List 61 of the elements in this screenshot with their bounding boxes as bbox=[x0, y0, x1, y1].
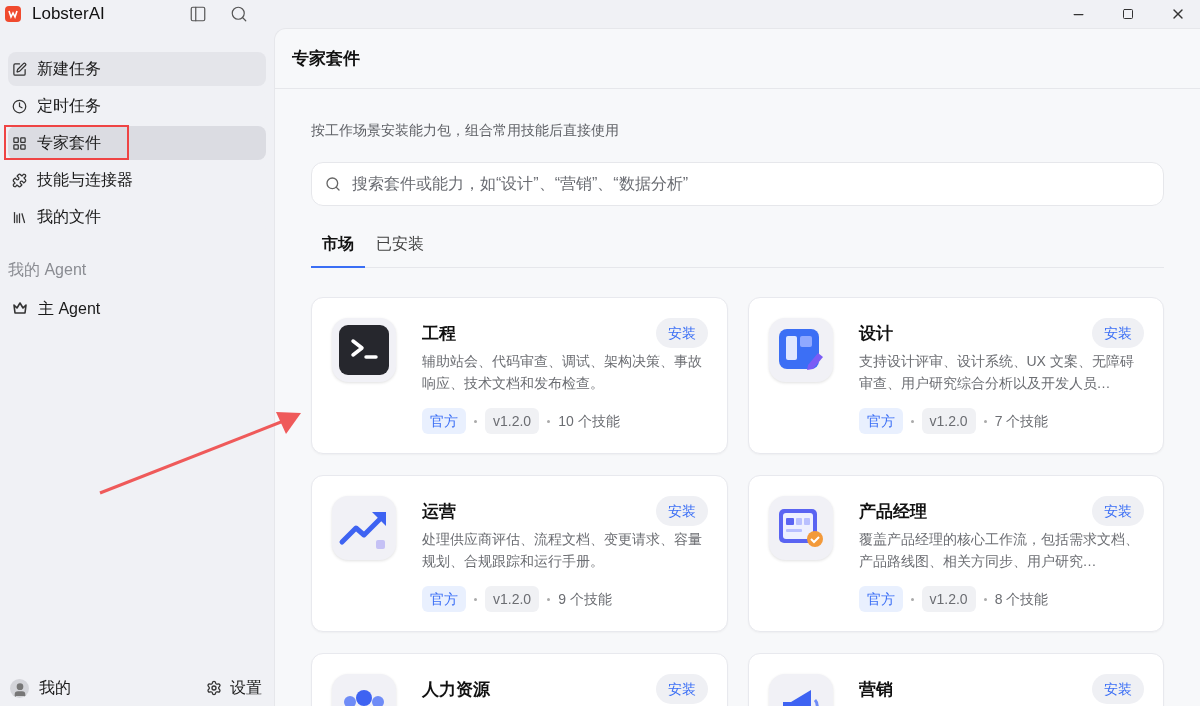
agent-item[interactable]: 主 Agent bbox=[8, 292, 266, 326]
search-icon[interactable] bbox=[230, 5, 248, 23]
suite-card[interactable]: 产品经理 安装 覆盖产品经理的核心工作流，包括需求文档、产品路线图、相关方同步、用户研究… 官方 v1.2.0 8 个技能 bbox=[747, 475, 1164, 632]
suite-description: 辅助站会、代码审查、调试、架构决策、事故响应、技术文档和发布检查。 bbox=[422, 352, 703, 393]
nav-icon bbox=[12, 209, 27, 225]
page-intro: 按工作场景安装能力包，组合常用技能后直接使用 bbox=[311, 121, 620, 140]
version-tag: v1.2.0 bbox=[921, 408, 976, 434]
install-button[interactable]: 安装 bbox=[655, 318, 708, 348]
sidebar-toggle-icon[interactable] bbox=[189, 5, 207, 23]
install-button[interactable]: 安装 bbox=[1092, 318, 1144, 348]
version-tag: v1.2.0 bbox=[485, 408, 540, 434]
app-title: LobsterAI bbox=[32, 3, 105, 26]
install-button[interactable]: 安装 bbox=[1092, 674, 1144, 704]
suite-card[interactable]: 运营 安装 处理供应商评估、流程文档、变更请求、容量规划、合规跟踪和运行手册。 官方 v1.2.0 9 个技能 bbox=[311, 475, 728, 632]
install-button[interactable]: 安装 bbox=[655, 674, 708, 704]
suite-card[interactable]: 设计 安装 支持设计评审、设计系统、UX 文案、无障碍审查、用户研究综合分析以及开发人员… 官方 v1.2.0 7 个技能 bbox=[747, 297, 1164, 454]
suite-title: 营销 bbox=[858, 679, 893, 701]
suite-title: 运营 bbox=[422, 501, 456, 523]
sidebar-item[interactable]: 专家套件 bbox=[8, 126, 266, 160]
suite-description: 覆盖产品经理的核心工作流，包括需求文档、产品路线图、相关方同步、用户研究… bbox=[858, 530, 1140, 571]
nav-icon bbox=[12, 172, 27, 188]
nav-icon bbox=[12, 135, 27, 151]
suite-title: 设计 bbox=[858, 323, 893, 345]
official-tag: 官方 bbox=[858, 586, 903, 612]
version-tag: v1.2.0 bbox=[485, 586, 540, 612]
avatar-icon bbox=[10, 678, 29, 698]
skill-count: 8 个技能 bbox=[994, 589, 1049, 609]
skill-count: 7 个技能 bbox=[994, 411, 1049, 431]
suite-title: 人力资源 bbox=[422, 679, 490, 701]
user-menu[interactable]: 我的 bbox=[10, 676, 71, 700]
suite-description: 处理供应商评估、流程文档、变更请求、容量规划、合规跟踪和运行手册。 bbox=[422, 530, 703, 571]
agent-icon bbox=[12, 302, 28, 316]
tab[interactable]: 市场 bbox=[311, 222, 365, 268]
nav-icon bbox=[12, 61, 27, 77]
section-title: 我的 Agent bbox=[8, 260, 88, 280]
app-logo-icon bbox=[5, 6, 21, 22]
suite-description: 支持设计评审、设计系统、UX 文案、无障碍审查、用户研究综合分析以及开发人员… bbox=[858, 352, 1135, 393]
search-icon bbox=[325, 176, 341, 192]
suite-card[interactable]: 工程 安装 辅助站会、代码审查、调试、架构决策、事故响应、技术文档和发布检查。 官方 v1.2.0 10 个技能 bbox=[311, 297, 728, 454]
page-title: 专家套件 bbox=[292, 47, 360, 70]
official-tag: 官方 bbox=[422, 408, 466, 434]
nav-icon bbox=[12, 98, 27, 114]
search-field[interactable]: 搜索套件或能力，如“设计”、“营销”、“数据分析” bbox=[311, 162, 1164, 206]
sidebar-item[interactable]: 新建任务 bbox=[8, 52, 266, 86]
terminal-icon bbox=[338, 324, 390, 376]
suite-title: 工程 bbox=[422, 323, 456, 345]
skill-count: 9 个技能 bbox=[558, 589, 612, 609]
suite-title: 产品经理 bbox=[858, 501, 927, 523]
official-tag: 官方 bbox=[422, 586, 466, 612]
version-tag: v1.2.0 bbox=[921, 586, 976, 612]
skill-count: 10 个技能 bbox=[558, 411, 620, 431]
tab[interactable]: 已安装 bbox=[365, 222, 435, 268]
maximize-icon[interactable] bbox=[1122, 8, 1134, 20]
official-tag: 官方 bbox=[858, 408, 903, 434]
suite-card[interactable]: 营销 安装 bbox=[747, 653, 1164, 706]
settings-icon bbox=[206, 680, 222, 696]
install-button[interactable]: 安装 bbox=[655, 496, 708, 526]
install-button[interactable]: 安装 bbox=[1092, 496, 1144, 526]
layout-pencil-icon bbox=[777, 327, 824, 373]
settings-link[interactable]: 设置 bbox=[206, 676, 262, 700]
suite-card[interactable]: 人力资源 安装 bbox=[311, 653, 728, 706]
